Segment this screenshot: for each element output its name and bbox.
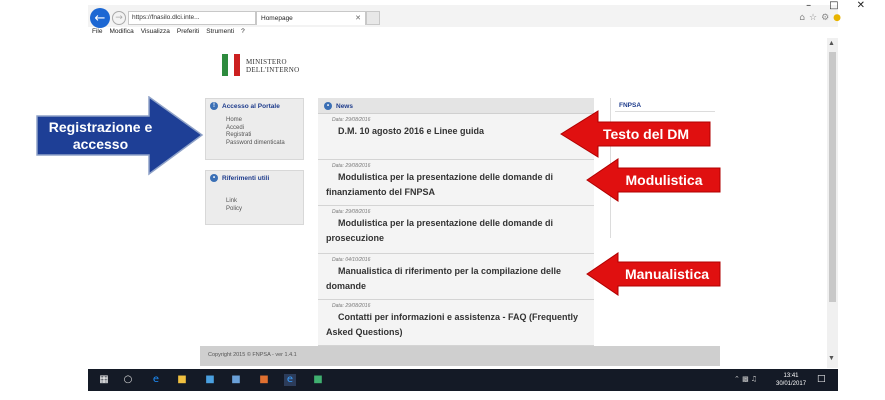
taskbar [88,369,838,391]
file-explorer-icon[interactable]: ■ [176,374,188,386]
page-footer: Copyright 2015 © FNPSA - ver 1.4.1 [200,346,720,366]
italian-flag-icon [222,54,240,76]
news-link[interactable]: Contatti per informazioni e assistenza -… [326,310,586,340]
access-panel-title: ! Accesso al Portale [210,102,280,110]
internet-explorer-icon[interactable]: e [284,374,296,386]
star-icon[interactable]: ☆ [809,13,817,23]
news-date: Data: 29/08/2016 [332,163,371,169]
link-accedi[interactable]: Accedi [226,125,285,133]
scroll-down-icon[interactable]: ▼ [828,355,835,362]
windows-start-icon[interactable]: ▦ [98,374,110,386]
excel-icon[interactable]: ■ [312,374,324,386]
smiley-icon[interactable]: ● [833,13,841,23]
access-panel: ! Accesso al Portale Home Accedi Registr… [205,98,304,160]
task-view-icon[interactable]: ○ [122,374,134,386]
forward-arrow-icon[interactable]: → [112,11,126,25]
references-title-text: Riferimenti utili [222,174,270,182]
red-callout-label-manualistica: Manualistica [624,266,710,282]
news-date: Data: 04/10/2016 [332,257,371,263]
references-panel-title: • Riferimenti utili [210,174,269,182]
news-date: Data: 29/08/2016 [332,117,371,123]
red-callout-label-dm: Testo del DM [602,126,690,142]
menu-item-visualizza[interactable]: Visualizza [141,28,170,38]
outlook-icon[interactable]: ■ [230,374,242,386]
menu-item-modifica[interactable]: Modifica [109,28,133,38]
scroll-up-icon[interactable]: ▲ [828,40,835,47]
new-tab-button[interactable] [366,11,380,25]
news-title-text: News [336,102,353,110]
tab-homepage[interactable]: Homepage ✕ [256,11,366,25]
news-link[interactable]: Modulistica per la presentazione delle d… [326,170,586,200]
menu-bar: File Modifica Visualizza Preferiti Strum… [92,28,245,38]
link-password-dimenticata[interactable]: Password dimenticata [226,140,285,148]
link-policy[interactable]: Policy [226,206,242,214]
news-item[interactable]: Data: 29/08/2016 Modulistica per la pres… [318,206,594,254]
news-date: Data: 29/08/2016 [332,209,371,215]
access-links: Home Accedi Registrati Password dimentic… [226,117,285,147]
fnpsa-title: FNPSA [619,102,642,109]
news-item[interactable]: Data: 29/08/2016 D.M. 10 agosto 2016 e L… [318,114,594,160]
notification-icon[interactable]: □ [817,374,826,384]
blue-callout-label: Registrazione e accesso [48,119,153,152]
maximize-icon[interactable]: □ [829,0,838,11]
menu-item-help[interactable]: ? [241,28,245,38]
news-item[interactable]: Data: 29/08/2016 Modulistica per la pres… [318,160,594,206]
globe-icon: • [210,174,218,182]
window-controls: – □ ✕ [806,0,865,11]
clock-time: 13:41 [783,373,799,379]
scrollbar-thumb[interactable] [829,52,836,302]
tab-label: Homepage [261,15,293,22]
close-window-icon[interactable]: ✕ [857,0,865,11]
powerpoint-icon[interactable]: ■ [258,374,270,386]
news-header: • News [318,98,594,114]
news-link[interactable]: Modulistica per la presentazione delle d… [326,216,586,246]
back-arrow-icon[interactable]: ← [90,8,110,28]
copyright-text: Copyright 2015 © FNPSA - ver 1.4.1 [208,352,297,358]
address-bar[interactable]: https://fnasilo.dlci.inte... [128,11,256,25]
news-link[interactable]: Manualistica di riferimento per la compi… [326,264,586,294]
system-tray-icons[interactable]: ⌃ ▩ ♫ [734,375,757,383]
gear-icon[interactable]: ⚙ [821,13,829,23]
edge-icon[interactable]: e [150,374,162,386]
news-item[interactable]: Data: 04/10/2016 Manualistica di riferim… [318,254,594,300]
taskbar-clock[interactable]: 13:41 30/01/2017 [776,372,806,388]
logo-line2: DELL'INTERNO [246,66,300,74]
news-item[interactable]: Data: 29/08/2016 Contatti per informazio… [318,300,594,346]
menu-item-file[interactable]: File [92,28,102,38]
news-icon: • [324,102,332,110]
access-title-text: Accesso al Portale [222,102,280,110]
logo-line1: MINISTERO [246,58,287,66]
home-icon[interactable]: ⌂ [799,13,805,23]
menu-item-preferiti[interactable]: Preferiti [177,28,199,38]
store-icon[interactable]: ■ [204,374,216,386]
menu-item-strumenti[interactable]: Strumenti [206,28,234,38]
red-callout-label-modulistica: Modulistica [625,172,703,188]
ministry-logo: MINISTERO DELL'INTERNO [246,58,299,74]
link-link[interactable]: Link [226,198,242,206]
close-tab-icon[interactable]: ✕ [355,12,361,25]
clock-date: 30/01/2017 [776,381,807,387]
info-icon: ! [210,102,218,110]
news-date: Data: 29/08/2016 [332,303,371,309]
link-home[interactable]: Home [226,117,285,125]
minimize-icon[interactable]: – [806,0,811,11]
address-text: https://fnasilo.dlci.inte... [132,14,200,21]
link-registrati[interactable]: Registrati [226,132,285,140]
toolbar-icons: ⌂ ☆ ⚙ ● [799,13,841,23]
news-title: • News [324,102,353,110]
references-panel: • Riferimenti utili Link Policy [205,170,304,225]
news-link[interactable]: D.M. 10 agosto 2016 e Linee guida [326,124,586,139]
references-links: Link Policy [226,198,242,213]
